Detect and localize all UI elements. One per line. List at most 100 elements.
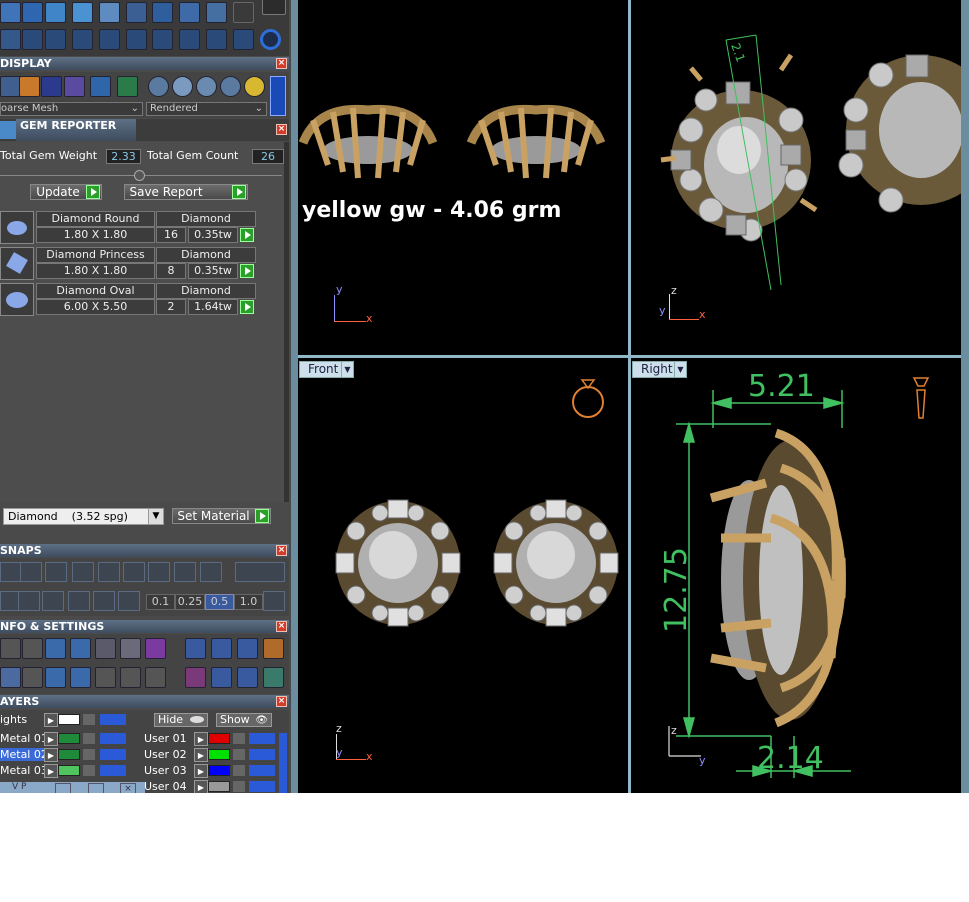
gem-row-oval[interactable]: Diamond Oval Diamond 6.00 X 5.50 2 1.64t… [0,283,260,317]
snap-cross-icon[interactable] [45,562,67,582]
step-0-5[interactable]: 0.5 [205,594,234,610]
step-1-0[interactable]: 1.0 [234,594,263,610]
rotate-icon[interactable] [126,29,147,50]
bend-icon[interactable] [45,29,66,50]
ruler-icon[interactable] [185,638,206,659]
document-icon[interactable] [99,2,120,23]
cut-icon[interactable] [233,29,254,50]
layer-row[interactable]: User 02 ▶ [144,748,279,762]
visible-toggle[interactable] [100,733,126,744]
material-sphere-3-icon[interactable] [196,76,217,97]
surface-icon[interactable] [45,2,66,23]
cube-move-icon[interactable] [0,29,21,50]
gem-reporter-scrollbar[interactable] [284,142,289,502]
snap-mid-icon[interactable] [174,562,196,582]
snaps-header[interactable]: SNAPS × [0,544,289,557]
filter-icon[interactable] [95,667,116,688]
group-icon[interactable] [206,29,227,50]
show-button[interactable]: Show 👁 [216,713,272,727]
chain-icon[interactable] [233,2,254,23]
settings-icon[interactable] [0,638,21,659]
object-icon[interactable] [70,638,91,659]
monitor-icon[interactable] [22,667,43,688]
shaded-icon[interactable] [41,76,62,97]
top-viewport[interactable]: yellow gw - 4.06 grm y x [298,0,628,355]
close-icon[interactable]: × [276,124,287,135]
pattern-icon[interactable] [206,2,227,23]
material-sphere-1-icon[interactable] [148,76,169,97]
gem-go-button[interactable] [240,264,254,278]
set-material-button[interactable]: Set Material [172,508,271,524]
close-icon[interactable]: × [276,621,287,632]
snapshot-icon[interactable] [211,638,232,659]
layer-row[interactable]: Metal 03 ▶ [0,764,130,778]
book-icon[interactable] [70,667,91,688]
close-icon[interactable]: × [276,58,287,69]
viewport-mini-window[interactable]: V P × [0,782,145,793]
snap-point-icon[interactable] [72,562,94,582]
step-0-1[interactable]: 0.1 [146,594,175,610]
layers-header[interactable]: AYERS × [0,695,289,708]
info-header[interactable]: NFO & SETTINGS × [0,620,289,633]
lights-row[interactable]: ights ▶ [0,713,130,727]
visible-toggle[interactable] [100,765,126,776]
gem-go-button[interactable] [240,300,254,314]
points-icon[interactable] [19,76,40,97]
display-header[interactable]: DISPLAY × [0,57,289,70]
deform-icon[interactable] [179,29,200,50]
render-mode-select[interactable]: Rendered ⌄ [146,102,267,116]
visible-toggle[interactable] [100,749,126,760]
layers-scrollbar[interactable] [279,733,287,793]
gem-row-round[interactable]: Diamond Round Diamond 1.80 X 1.80 16 0.3… [0,211,260,245]
perspective-viewport[interactable]: 2.1 z y x [631,0,961,355]
material-select[interactable]: Diamond (3.52 spg) ▼ [3,508,164,525]
extra-tool-icon[interactable] [262,0,286,15]
snap-center-icon[interactable] [148,562,170,582]
close-icon[interactable]: × [120,783,136,793]
magnify-icon[interactable] [22,638,43,659]
close-view-icon[interactable] [263,638,284,659]
front-viewport[interactable]: Front ▼ z y x [298,358,628,793]
ring-icon[interactable] [260,29,281,50]
material-sphere-2-icon[interactable] [172,76,193,97]
gear-ring-icon[interactable] [179,2,200,23]
visible-toggle[interactable] [249,781,275,792]
sheet-icon[interactable] [72,2,93,23]
gold-sphere-icon[interactable] [244,76,265,97]
maximize-icon[interactable] [88,783,104,793]
sphere-tool-icon[interactable] [152,2,173,23]
step-0-25[interactable]: 0.25 [175,594,205,610]
visible-toggle[interactable] [100,714,126,725]
minimize-icon[interactable] [55,783,71,793]
cube-icon[interactable] [18,591,40,611]
close-icon[interactable]: × [276,696,287,707]
snap-dot-icon[interactable] [98,562,120,582]
measure-icon[interactable] [42,591,64,611]
scale-icon[interactable] [152,29,173,50]
move-icon[interactable] [99,29,120,50]
save-report-button[interactable]: Save Report [124,184,248,200]
visible-toggle[interactable] [249,733,275,744]
transform-3-icon[interactable] [237,667,258,688]
plane-icon[interactable] [0,2,21,23]
layout-icon[interactable] [0,667,21,688]
gem-info-icon[interactable] [145,638,166,659]
gem-reporter-header[interactable]: GEM REPORTER × [0,119,289,141]
snap-box-icon[interactable] [235,562,285,582]
snap-grid-toggle-icon[interactable] [263,591,285,611]
update-button[interactable]: Update [30,184,102,200]
render-sphere-icon[interactable] [64,76,85,97]
transform-2-icon[interactable] [211,667,232,688]
grid-snap-icon[interactable] [68,591,90,611]
divider-handle[interactable] [134,170,145,181]
layer-row[interactable]: Metal 02 ▶ [0,748,130,762]
globe-icon[interactable] [90,76,111,97]
gem-go-button[interactable] [240,228,254,242]
gem-row-princess[interactable]: Diamond Princess Diamond 1.80 X 1.80 8 0… [0,247,260,281]
export-icon[interactable] [237,638,258,659]
transform-4-icon[interactable] [263,667,284,688]
box-icon[interactable] [45,667,66,688]
snap-grid-icon[interactable] [0,562,22,582]
snap-curve-icon[interactable] [20,562,42,582]
layer-row[interactable]: User 01 ▶ [144,732,279,746]
